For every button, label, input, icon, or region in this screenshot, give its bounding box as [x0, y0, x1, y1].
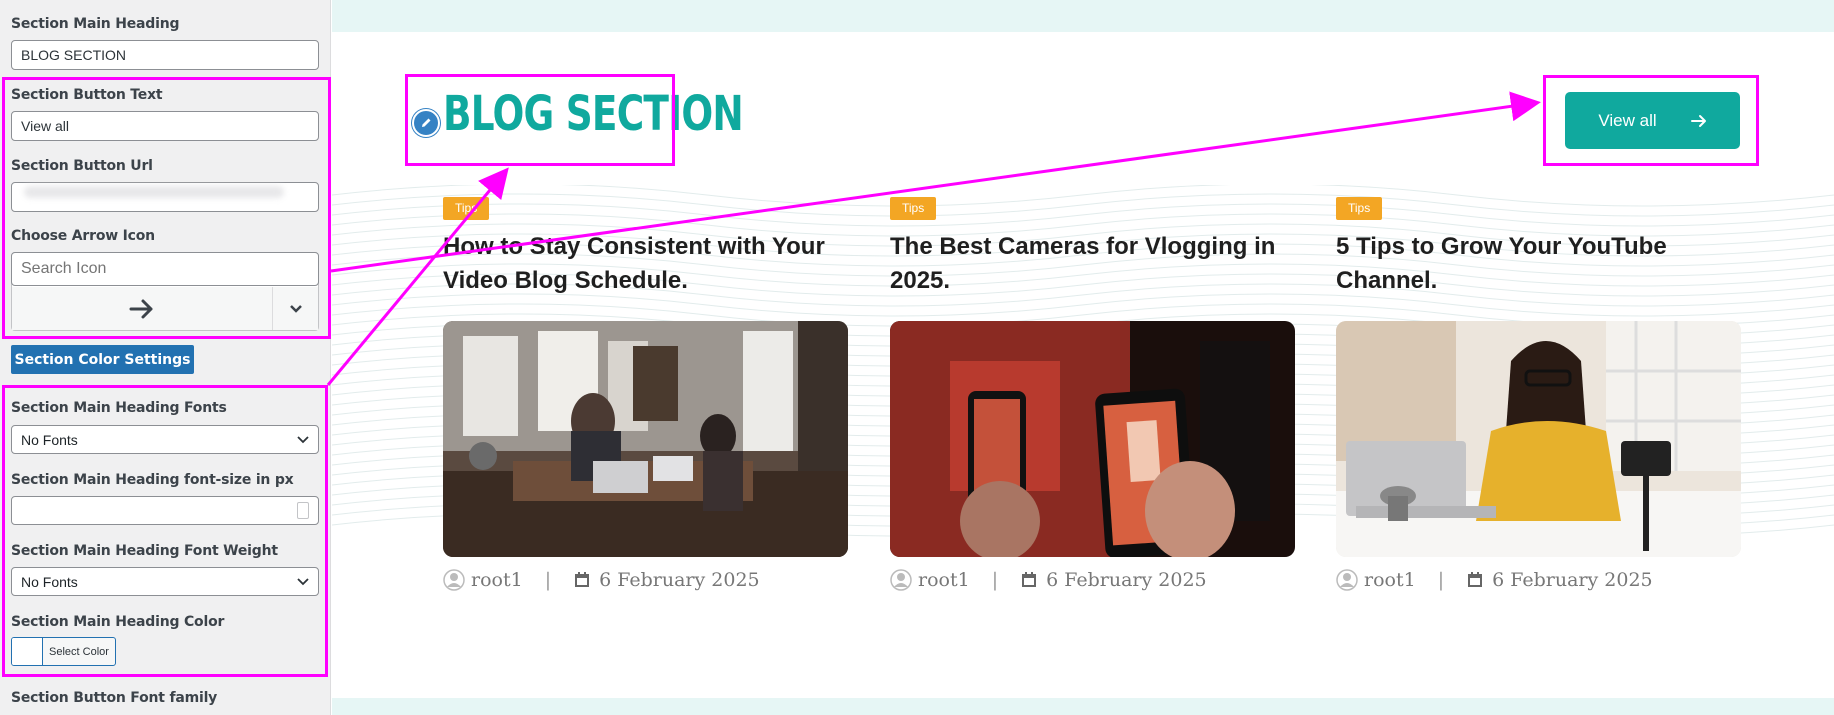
calendar-icon	[1022, 572, 1037, 587]
post-title[interactable]: 5 Tips to Grow Your YouTube Channel.	[1336, 230, 1741, 298]
post-author[interactable]: root1	[918, 569, 970, 591]
blog-card[interactable]: Tips 5 Tips to Grow Your YouTube Channel…	[1336, 197, 1741, 591]
youtuber-photo	[1336, 321, 1741, 557]
color-settings-button[interactable]: Section Color Settings	[11, 345, 194, 374]
post-author[interactable]: root1	[1364, 569, 1416, 591]
post-tag[interactable]: Tips	[443, 197, 490, 220]
main-heading-label: Section Main Heading	[11, 16, 180, 32]
post-meta: root1 | 6 February 2025	[1336, 569, 1653, 591]
blog-card[interactable]: Tips The Best Cameras for Vlogging in 20…	[890, 197, 1295, 591]
post-tag[interactable]: Tips	[890, 197, 937, 220]
meta-separator: |	[544, 569, 552, 591]
post-date: 6 February 2025	[1046, 569, 1207, 591]
post-author[interactable]: root1	[471, 569, 523, 591]
post-meta: root1 | 6 February 2025	[443, 569, 760, 591]
user-icon	[890, 569, 912, 591]
top-band	[332, 0, 1834, 32]
blog-card[interactable]: Tips How to Stay Consistent with Your Vi…	[443, 197, 848, 591]
camera-photo	[890, 321, 1295, 557]
user-icon	[1336, 569, 1358, 591]
annotation-box-title	[405, 74, 675, 166]
calendar-icon	[575, 572, 590, 587]
button-font-family-label: Section Button Font family	[11, 690, 218, 706]
post-thumbnail[interactable]	[443, 321, 848, 557]
annotation-box-view-all	[1543, 75, 1759, 166]
post-thumbnail[interactable]	[1336, 321, 1741, 557]
meta-separator: |	[991, 569, 999, 591]
meta-separator: |	[1437, 569, 1445, 591]
main-heading-input[interactable]	[11, 40, 319, 70]
calendar-icon	[1468, 572, 1483, 587]
post-meta: root1 | 6 February 2025	[890, 569, 1207, 591]
office-photo	[443, 321, 848, 557]
post-title[interactable]: The Best Cameras for Vlogging in 2025.	[890, 230, 1295, 298]
annotation-box-heading-settings	[2, 385, 328, 677]
annotation-box-button-settings	[2, 77, 331, 339]
post-thumbnail[interactable]	[890, 321, 1295, 557]
post-date: 6 February 2025	[599, 569, 760, 591]
bottom-band	[332, 698, 1834, 715]
post-tag[interactable]: Tips	[1336, 197, 1383, 220]
post-title[interactable]: How to Stay Consistent with Your Video B…	[443, 230, 848, 298]
user-icon	[443, 569, 465, 591]
post-date: 6 February 2025	[1492, 569, 1653, 591]
